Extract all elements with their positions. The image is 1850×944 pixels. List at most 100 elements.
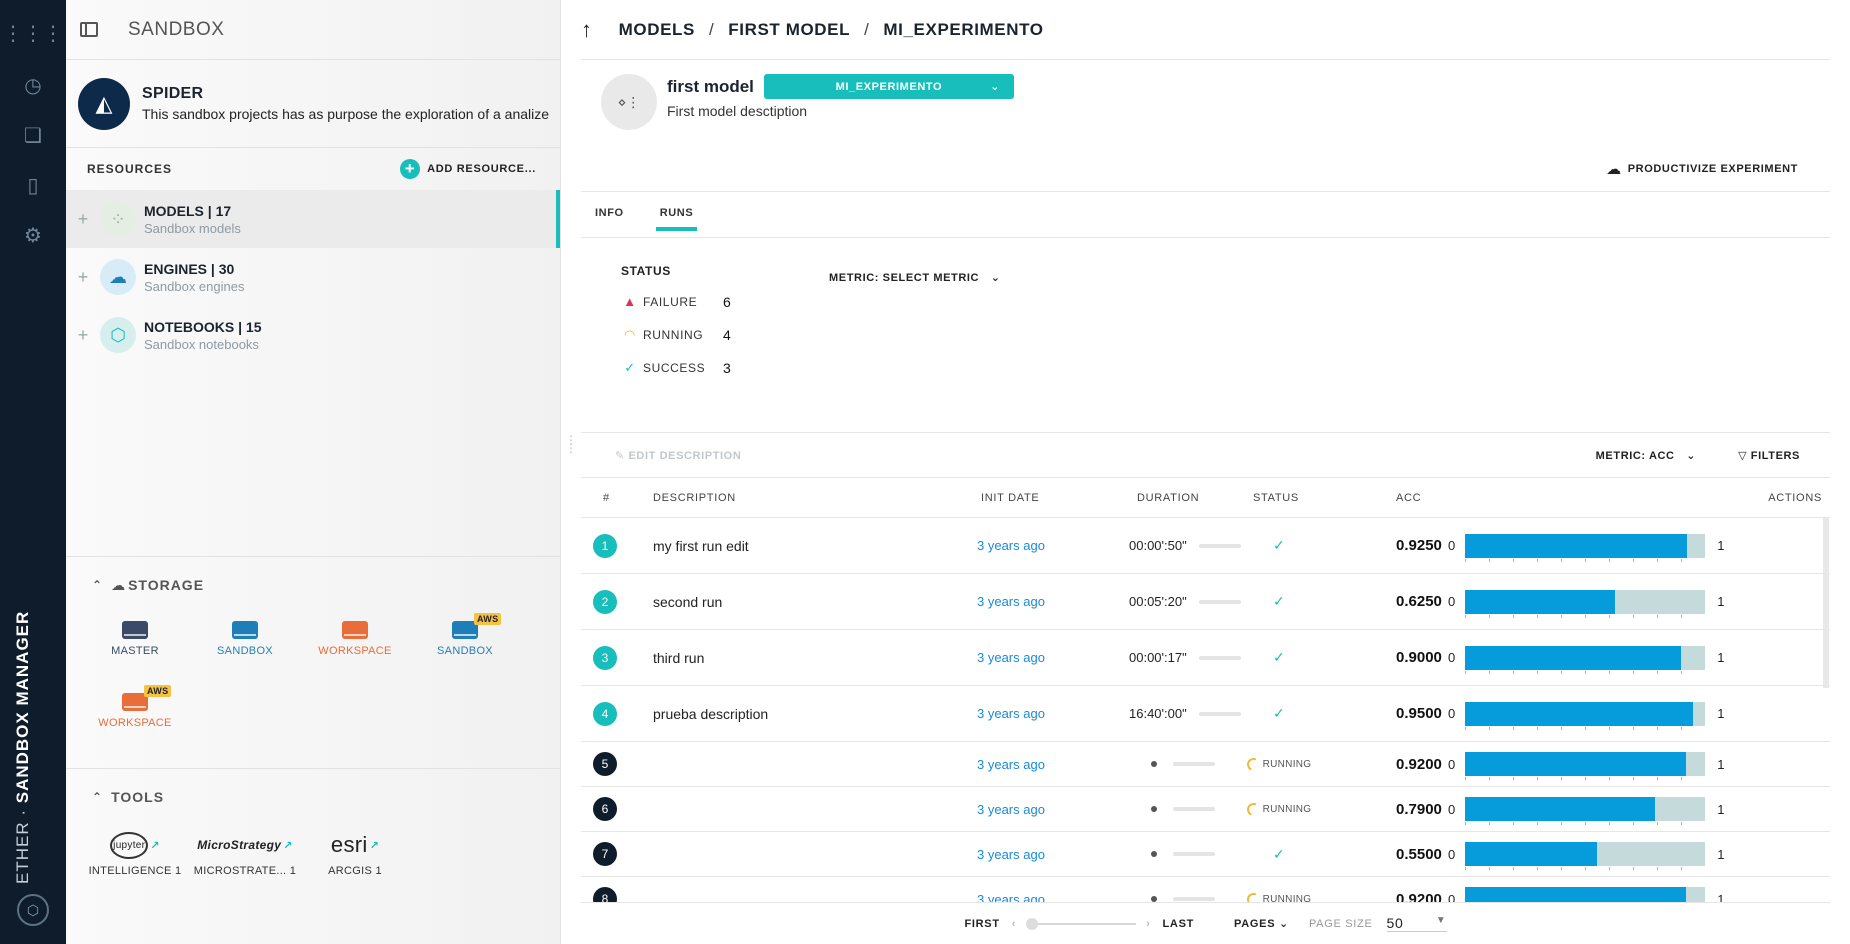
table-row[interactable]: 3 third run 3 years ago 00:00':17" ✓ 0.9000 0 1: [581, 630, 1830, 686]
settings-gear-icon[interactable]: ⚙: [20, 222, 46, 248]
tool-tile[interactable]: esri ↗ ARCGIS 1: [300, 825, 410, 877]
next-page-icon[interactable]: ›: [1146, 918, 1150, 930]
chevron-down-icon: ⌄: [1686, 449, 1697, 462]
tool-logo-text: esri: [330, 832, 368, 857]
brand-name: SANDBOX MANAGER: [13, 610, 32, 804]
acc-bar: 01: [1448, 752, 1724, 780]
table-scrollbar[interactable]: [1823, 518, 1829, 688]
run-init-date: 3 years ago: [977, 891, 1045, 903]
breadcrumb-first-model[interactable]: FIRST MODEL: [728, 20, 850, 40]
tab-info[interactable]: INFO: [595, 207, 624, 231]
duration-track: [1173, 807, 1215, 811]
experiment-select-value: MI_EXPERIMENTO: [835, 80, 943, 93]
resource-item-engines[interactable]: + ☁ ENGINES | 30 Sandbox engines: [66, 248, 560, 306]
tab-runs[interactable]: RUNS: [655, 207, 697, 231]
tool-logo: jupyter ↗: [110, 825, 160, 865]
col-status[interactable]: STATUS: [1253, 492, 1299, 504]
drag-handle-icon[interactable]: ⋮ ⋮: [565, 434, 577, 454]
status-row-failure[interactable]: ▲ FAILURE 6: [621, 285, 731, 318]
check-icon: ✓: [1272, 705, 1286, 721]
last-page-button[interactable]: LAST: [1163, 918, 1195, 930]
tool-tile[interactable]: jupyter ↗ INTELLIGENCE 1: [80, 825, 190, 877]
project-header[interactable]: ◭ SPIDER This sandbox projects has as pu…: [66, 60, 560, 148]
run-status-text: RUNNING: [1262, 758, 1312, 770]
storage-tile[interactable]: WORKSPACE: [300, 613, 410, 685]
sidebar-toggle-icon[interactable]: [80, 22, 98, 37]
chat-icon[interactable]: ❏: [20, 122, 46, 148]
acc-bar-track: [1465, 589, 1706, 618]
run-description: my first run edit: [653, 537, 749, 554]
table-row[interactable]: 63 years ago RUNNING 0.7900 0 1: [581, 787, 1830, 832]
add-resource-button[interactable]: + ADD RESOURCE...: [400, 159, 536, 179]
ether-logo-icon[interactable]: ⬡: [17, 894, 49, 926]
status-row-success[interactable]: ✓ SUCCESS 3: [621, 351, 731, 384]
page-slider[interactable]: [1026, 917, 1137, 930]
run-init-date: 3 years ago: [977, 650, 1045, 665]
chevron-down-icon: ⌄: [990, 272, 1001, 284]
dashboard-icon[interactable]: ◷: [20, 72, 46, 98]
run-status: ✓: [1221, 846, 1337, 863]
run-status: ✓: [1221, 593, 1337, 610]
table-row[interactable]: 4 prueba description 3 years ago 16:40':00"…: [581, 686, 1830, 742]
storage-tile[interactable]: SANDBOX: [190, 613, 300, 685]
resource-item-notebooks[interactable]: + ⬡ NOTEBOOKS | 15 Sandbox notebooks: [66, 306, 560, 364]
pencil-icon: ✎: [615, 449, 629, 462]
project-avatar: ◭: [78, 77, 130, 130]
experiment-select[interactable]: MI_EXPERIMENTO ⌄: [763, 74, 1014, 99]
model-header: ⋄⋮ first model MI_EXPERIMENTO ⌄ First mod…: [601, 74, 1014, 130]
running-spinner-icon: [1244, 800, 1262, 818]
storage-tile[interactable]: WORKSPACE AWS: [80, 685, 190, 757]
storage-drive-icon: [122, 621, 148, 639]
expand-plus-icon[interactable]: +: [66, 267, 100, 288]
col-description[interactable]: DESCRIPTION: [653, 492, 736, 504]
col-duration[interactable]: DURATION: [1137, 492, 1199, 504]
up-arrow-icon[interactable]: ↑: [581, 17, 593, 43]
edit-description-button[interactable]: ✎ EDIT DESCRIPTION: [615, 449, 741, 462]
external-link-icon: ↗: [283, 839, 293, 852]
table-row[interactable]: 83 years ago RUNNING 0.9200 0 1: [581, 877, 1830, 902]
apps-grid-icon[interactable]: ⋮⋮⋮: [3, 20, 63, 46]
table-row[interactable]: 53 years ago RUNNING 0.9200 0 1: [581, 742, 1830, 787]
collapse-chevron-icon[interactable]: ⌃: [92, 790, 103, 804]
first-page-button[interactable]: FIRST: [964, 918, 999, 930]
acc-bar-track: [1465, 887, 1706, 902]
table-row[interactable]: 2 second run 3 years ago 00:05':20" ✓ 0.6250 0…: [581, 574, 1830, 630]
table-header: # DESCRIPTION INIT DATE DURATION STATUS …: [581, 478, 1830, 518]
caret-down-icon: ▼: [1435, 915, 1447, 926]
pages-select[interactable]: PAGES ⌄: [1234, 917, 1289, 930]
col-init-date[interactable]: INIT DATE: [981, 492, 1039, 504]
metric-acc-select[interactable]: METRIC: ACC ⌄: [1596, 449, 1696, 462]
status-row-running[interactable]: ◠ RUNNING 4: [621, 318, 731, 351]
notebook-icon[interactable]: ▯: [20, 172, 46, 198]
acc-bar: 01: [1448, 533, 1724, 562]
metric-select[interactable]: METRIC: SELECT METRIC ⌄: [829, 271, 1001, 284]
project-name: SPIDER: [142, 85, 204, 102]
storage-tile[interactable]: MASTER: [80, 613, 190, 685]
expand-plus-icon[interactable]: +: [66, 325, 100, 346]
breadcrumb-models[interactable]: MODELS: [619, 20, 695, 40]
storage-drive-icon: [342, 621, 368, 639]
page-size-select[interactable]: 50 ▼: [1386, 915, 1447, 932]
tabs: INFO RUNS: [595, 207, 729, 231]
col-acc[interactable]: ACC: [1396, 492, 1421, 504]
expand-plus-icon[interactable]: +: [66, 209, 100, 230]
divider: [581, 191, 1830, 192]
table-row[interactable]: 73 years ago ✓ 0.5500 0 1: [581, 832, 1830, 877]
resource-item-models[interactable]: + ⁘ MODELS | 17 Sandbox models: [66, 190, 560, 248]
prev-page-icon[interactable]: ‹: [1012, 918, 1016, 930]
breadcrumb: ↑ MODELS / FIRST MODEL / MI_EXPERIMENTO: [581, 0, 1044, 60]
storage-tile[interactable]: SANDBOX AWS: [410, 613, 520, 685]
tool-logo: esri ↗: [331, 825, 379, 865]
page-slider-group: ‹ ›: [1012, 917, 1151, 930]
table-row[interactable]: 1 my first run edit 3 years ago 00:00':50" ✓…: [581, 518, 1830, 574]
running-spinner-icon: [1244, 890, 1262, 902]
run-duration-value: 00:00':50": [1129, 538, 1187, 553]
run-duration: [1151, 761, 1215, 767]
acc-bar: 01: [1448, 701, 1724, 730]
breadcrumb-experiment: MI_EXPERIMENTO: [883, 20, 1044, 39]
collapse-chevron-icon[interactable]: ⌃: [92, 578, 103, 592]
duration-track: [1173, 897, 1215, 901]
filters-button[interactable]: ▽ FILTERS: [1738, 449, 1800, 462]
tool-tile[interactable]: MicroStrategy ↗ MICROSTRATE... 1: [190, 825, 300, 877]
productivize-experiment-button[interactable]: ☁ PRODUCTIVIZE EXPERIMENT: [1606, 160, 1798, 178]
